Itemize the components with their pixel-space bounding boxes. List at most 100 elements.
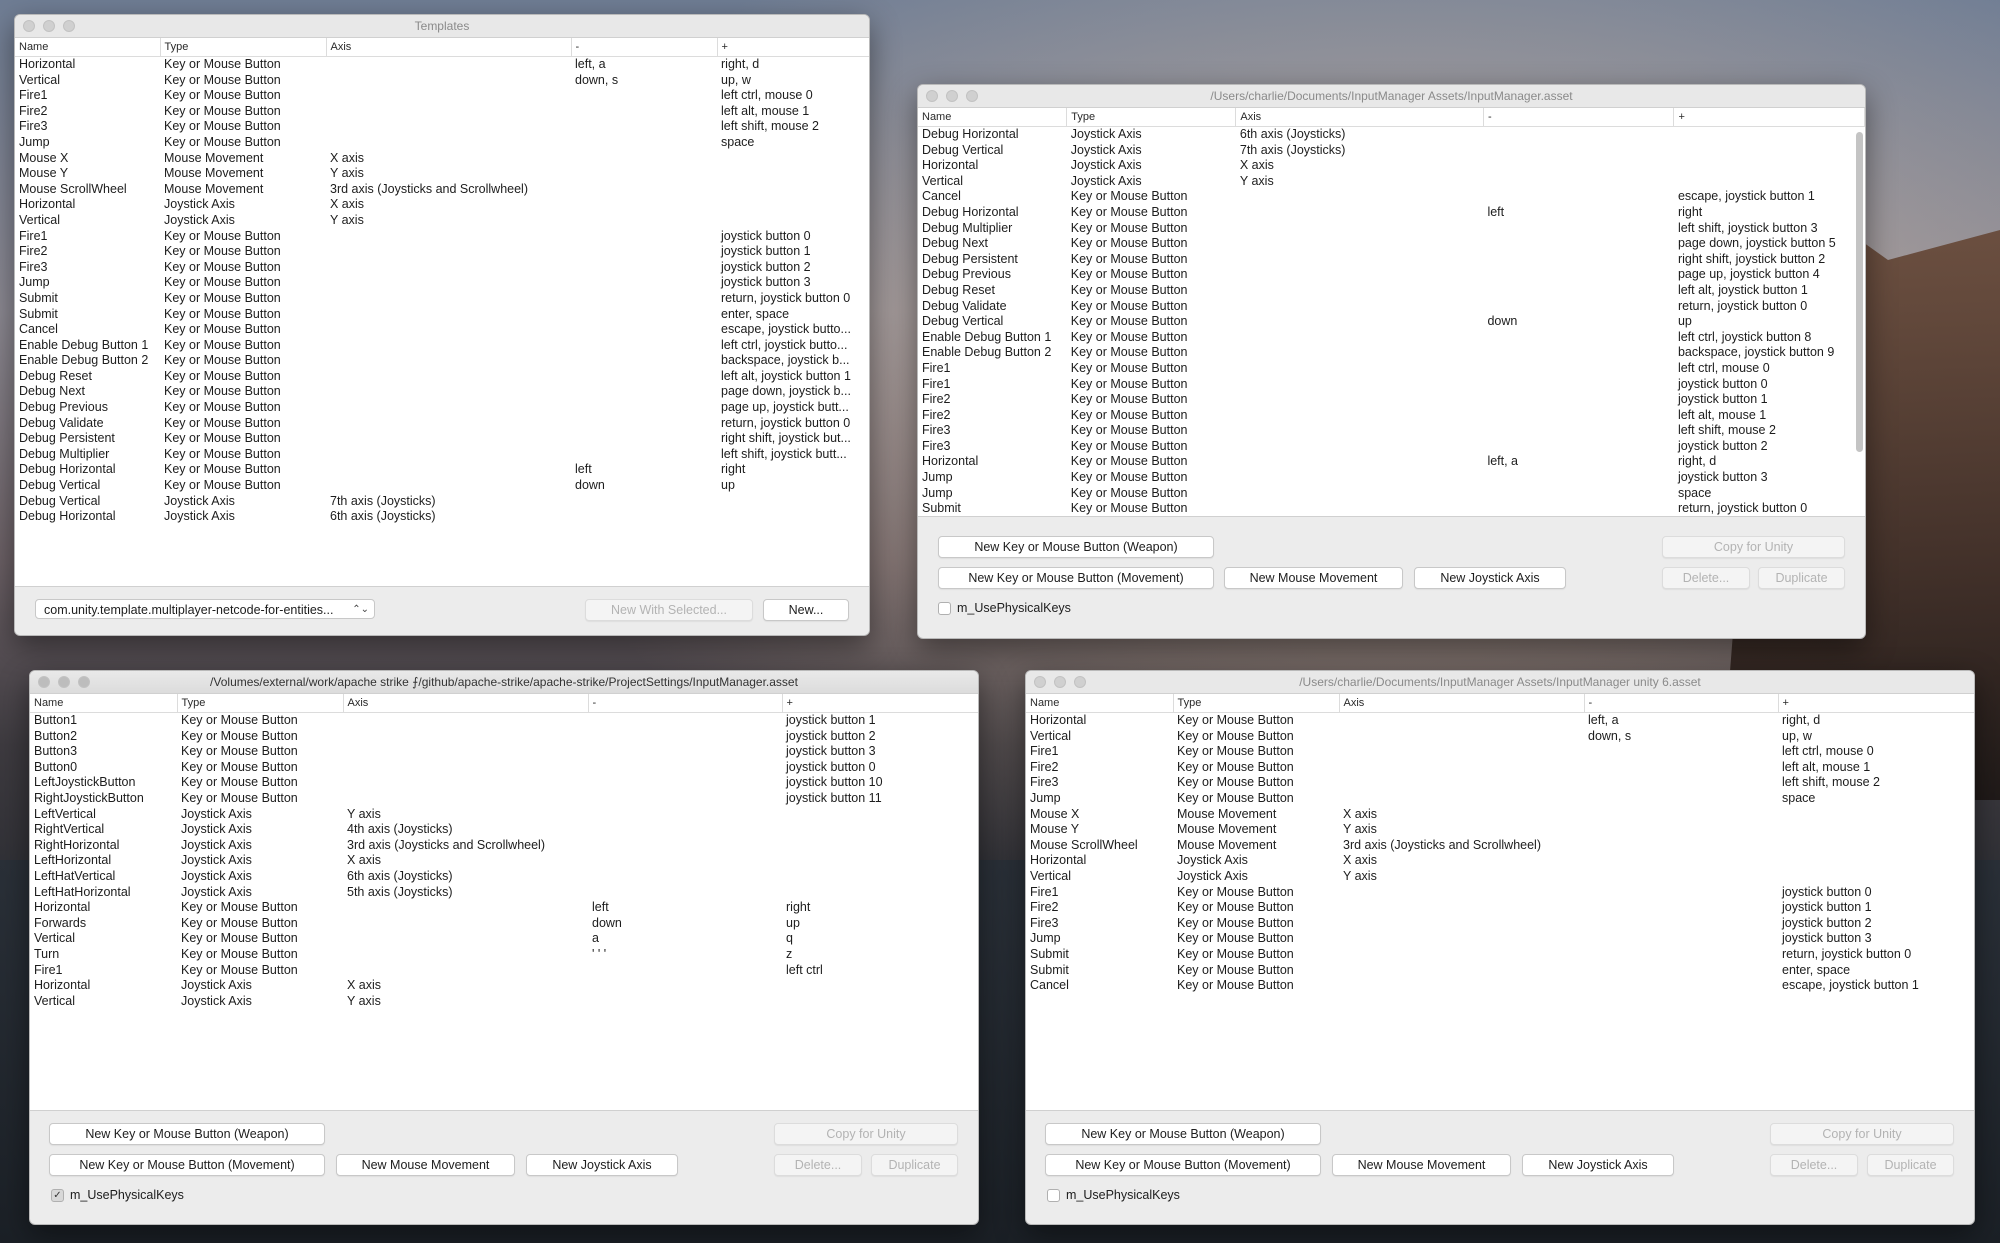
vertical-scrollbar[interactable] bbox=[1856, 132, 1863, 452]
duplicate-button[interactable]: Duplicate bbox=[871, 1154, 958, 1176]
table-row[interactable]: Button0 Key or Mouse Button joystick butto… bbox=[30, 760, 978, 776]
table-row[interactable]: Vertical Key or Mouse Button a q bbox=[30, 931, 978, 947]
delete-button[interactable]: Delete... bbox=[774, 1154, 862, 1176]
table-row[interactable]: Debug Horizontal Joystick Axis 6th axis (J… bbox=[918, 127, 1865, 143]
column-header[interactable]: Type bbox=[160, 38, 327, 57]
table-row[interactable]: Forwards Key or Mouse Button down up bbox=[30, 916, 978, 932]
table-row[interactable]: Vertical Key or Mouse Button down, s up, w bbox=[15, 73, 869, 89]
asset-table-area[interactable]: Name Type Axis - + Debug Horizontal Joystick … bbox=[918, 108, 1865, 517]
table-row[interactable]: Fire3 Key or Mouse Button left shift, mous… bbox=[1026, 775, 1974, 791]
copy-for-unity-button[interactable]: Copy for Unity bbox=[1662, 536, 1845, 558]
table-row[interactable]: Fire2 Key or Mouse Button joystick button … bbox=[1026, 900, 1974, 916]
new-joystick-axis-button[interactable]: New Joystick Axis bbox=[1522, 1154, 1674, 1176]
table-row[interactable]: Cancel Key or Mouse Button escape, joystic… bbox=[1026, 978, 1974, 994]
asset-titlebar[interactable]: /Users/charlie/Documents/InputManager As… bbox=[918, 85, 1865, 108]
new-weapon-button[interactable]: New Key or Mouse Button (Weapon) bbox=[1045, 1123, 1321, 1145]
table-row[interactable]: Horizontal Joystick Axis X axis bbox=[918, 158, 1865, 174]
table-row[interactable]: Debug Vertical Joystick Axis 7th axis (Joy… bbox=[918, 143, 1865, 159]
column-header[interactable]: Name bbox=[15, 38, 161, 57]
table-row[interactable]: Button1 Key or Mouse Button joystick butto… bbox=[30, 713, 978, 729]
table-row[interactable]: Debug Multiplier Key or Mouse Button left … bbox=[15, 447, 869, 463]
table-row[interactable]: Fire3 Key or Mouse Button joystick button … bbox=[1026, 916, 1974, 932]
column-header[interactable]: Name bbox=[918, 108, 1068, 127]
new-template-button[interactable]: New... bbox=[763, 599, 849, 621]
unity6-titlebar[interactable]: /Users/charlie/Documents/InputManager As… bbox=[1026, 671, 1974, 694]
table-row[interactable]: Horizontal Joystick Axis X axis bbox=[1026, 853, 1974, 869]
new-movement-button[interactable]: New Key or Mouse Button (Movement) bbox=[1045, 1154, 1321, 1176]
table-row[interactable]: Submit Key or Mouse Button enter, space bbox=[1026, 963, 1974, 979]
table-row[interactable]: Debug Reset Key or Mouse Button left alt, … bbox=[918, 283, 1865, 299]
table-row[interactable]: Mouse ScrollWheel Mouse Movement 3rd axis … bbox=[15, 182, 869, 198]
table-row[interactable]: Button3 Key or Mouse Button joystick butto… bbox=[30, 744, 978, 760]
new-joystick-axis-button[interactable]: New Joystick Axis bbox=[1414, 567, 1566, 589]
use-physical-keys-checkbox[interactable]: m_UsePhysicalKeys bbox=[1047, 1188, 1180, 1202]
table-row[interactable]: Mouse X Mouse Movement X axis bbox=[15, 151, 869, 167]
table-row[interactable]: Jump Key or Mouse Button joystick button 3 bbox=[918, 470, 1865, 486]
apache-table-area[interactable]: Name Type Axis - + Button1 Key or Mouse Butto… bbox=[30, 694, 978, 1111]
table-row[interactable]: Vertical Key or Mouse Button down, s up, w bbox=[1026, 729, 1974, 745]
table-row[interactable]: Fire2 Key or Mouse Button joystick button … bbox=[15, 244, 869, 260]
column-header[interactable]: + bbox=[717, 38, 869, 57]
column-header[interactable]: Name bbox=[30, 694, 178, 713]
table-row[interactable]: LeftVertical Joystick Axis Y axis bbox=[30, 807, 978, 823]
column-header[interactable]: Axis bbox=[1235, 108, 1484, 127]
table-row[interactable]: Debug Vertical Key or Mouse Button down up bbox=[918, 314, 1865, 330]
table-row[interactable]: Debug Previous Key or Mouse Button page up… bbox=[918, 267, 1865, 283]
table-row[interactable]: Enable Debug Button 2 Key or Mouse Button… bbox=[918, 345, 1865, 361]
apache-titlebar[interactable]: /Volumes/external/work/apache strike ⨍/g… bbox=[30, 671, 978, 694]
table-row[interactable]: Debug Vertical Joystick Axis 7th axis (Joy… bbox=[15, 494, 869, 510]
table-row[interactable]: Jump Key or Mouse Button space bbox=[15, 135, 869, 151]
table-row[interactable]: Horizontal Key or Mouse Button left right bbox=[30, 900, 978, 916]
table-row[interactable]: Button2 Key or Mouse Button joystick butto… bbox=[30, 729, 978, 745]
table-row[interactable]: Submit Key or Mouse Button return, joystic… bbox=[15, 291, 869, 307]
table-row[interactable]: LeftHorizontal Joystick Axis X axis bbox=[30, 853, 978, 869]
table-row[interactable]: Debug Horizontal Key or Mouse Button left r… bbox=[918, 205, 1865, 221]
column-header[interactable]: Axis bbox=[343, 694, 589, 713]
table-row[interactable]: Fire2 Key or Mouse Button left alt, mouse … bbox=[15, 104, 869, 120]
close-button[interactable] bbox=[1034, 676, 1046, 688]
table-row[interactable]: Fire3 Key or Mouse Button left shift, mous… bbox=[918, 423, 1865, 439]
new-with-selected-button[interactable]: New With Selected... bbox=[585, 599, 753, 621]
table-row[interactable]: Cancel Key or Mouse Button escape, joystic… bbox=[15, 322, 869, 338]
table-row[interactable]: Mouse ScrollWheel Mouse Movement 3rd axis … bbox=[1026, 838, 1974, 854]
column-header[interactable]: Axis bbox=[326, 38, 572, 57]
checkbox-checked-icon[interactable]: ✓ bbox=[51, 1188, 64, 1202]
checkbox-box[interactable] bbox=[1047, 1188, 1060, 1202]
table-row[interactable]: Debug Validate Key or Mouse Button return,… bbox=[918, 299, 1865, 315]
table-row[interactable]: Submit Key or Mouse Button return, joystic… bbox=[1026, 947, 1974, 963]
table-row[interactable]: Fire3 Key or Mouse Button left shift, mous… bbox=[15, 119, 869, 135]
table-row[interactable]: LeftJoystickButton Key or Mouse Button joy… bbox=[30, 775, 978, 791]
table-row[interactable]: Enable Debug Button 1 Key or Mouse Button… bbox=[15, 338, 869, 354]
table-row[interactable]: Horizontal Key or Mouse Button left, a righ… bbox=[1026, 713, 1974, 729]
table-row[interactable]: Turn Key or Mouse Button ' ' ' z bbox=[30, 947, 978, 963]
table-row[interactable]: Vertical Joystick Axis Y axis bbox=[1026, 869, 1974, 885]
table-row[interactable]: Debug Persistent Key or Mouse Button right… bbox=[918, 252, 1865, 268]
table-row[interactable]: Vertical Joystick Axis Y axis bbox=[30, 994, 978, 1010]
table-row[interactable]: Vertical Joystick Axis Y axis bbox=[918, 174, 1865, 190]
table-row[interactable]: Fire1 Key or Mouse Button joystick button … bbox=[15, 229, 869, 245]
table-row[interactable]: RightVertical Joystick Axis 4th axis (Joys… bbox=[30, 822, 978, 838]
table-row[interactable]: Fire1 Key or Mouse Button left ctrl, mouse… bbox=[918, 361, 1865, 377]
table-row[interactable]: Debug Horizontal Key or Mouse Button left r… bbox=[15, 462, 869, 478]
table-row[interactable]: Fire2 Key or Mouse Button left alt, mouse … bbox=[918, 408, 1865, 424]
minimize-button[interactable] bbox=[1054, 676, 1066, 688]
table-row[interactable]: Fire1 Key or Mouse Button left ctrl, mouse… bbox=[15, 88, 869, 104]
new-mouse-movement-button[interactable]: New Mouse Movement bbox=[1332, 1154, 1511, 1176]
unity6-table-area[interactable]: Name Type Axis - + Horizontal Key or Mouse Bu… bbox=[1026, 694, 1974, 1111]
table-row[interactable]: Jump Key or Mouse Button space bbox=[918, 486, 1865, 502]
minimize-button[interactable] bbox=[946, 90, 958, 102]
minimize-button[interactable] bbox=[58, 676, 70, 688]
close-button[interactable] bbox=[926, 90, 938, 102]
table-row[interactable]: Debug Next Key or Mouse Button page down, … bbox=[918, 236, 1865, 252]
new-weapon-button[interactable]: New Key or Mouse Button (Weapon) bbox=[49, 1123, 325, 1145]
table-row[interactable]: Submit Key or Mouse Button return, joystic… bbox=[918, 501, 1865, 516]
table-row[interactable]: Fire1 Key or Mouse Button joystick button … bbox=[918, 377, 1865, 393]
templates-titlebar[interactable]: Templates bbox=[15, 15, 869, 38]
table-row[interactable]: LeftHatHorizontal Joystick Axis 5th axis (… bbox=[30, 885, 978, 901]
column-header[interactable]: - bbox=[571, 38, 718, 57]
table-row[interactable]: RightHorizontal Joystick Axis 3rd axis (Jo… bbox=[30, 838, 978, 854]
table-row[interactable]: Horizontal Key or Mouse Button left, a righ… bbox=[15, 57, 869, 73]
column-header[interactable]: - bbox=[588, 694, 783, 713]
duplicate-button[interactable]: Duplicate bbox=[1867, 1154, 1954, 1176]
table-row[interactable]: LeftHatVertical Joystick Axis 6th axis (Jo… bbox=[30, 869, 978, 885]
